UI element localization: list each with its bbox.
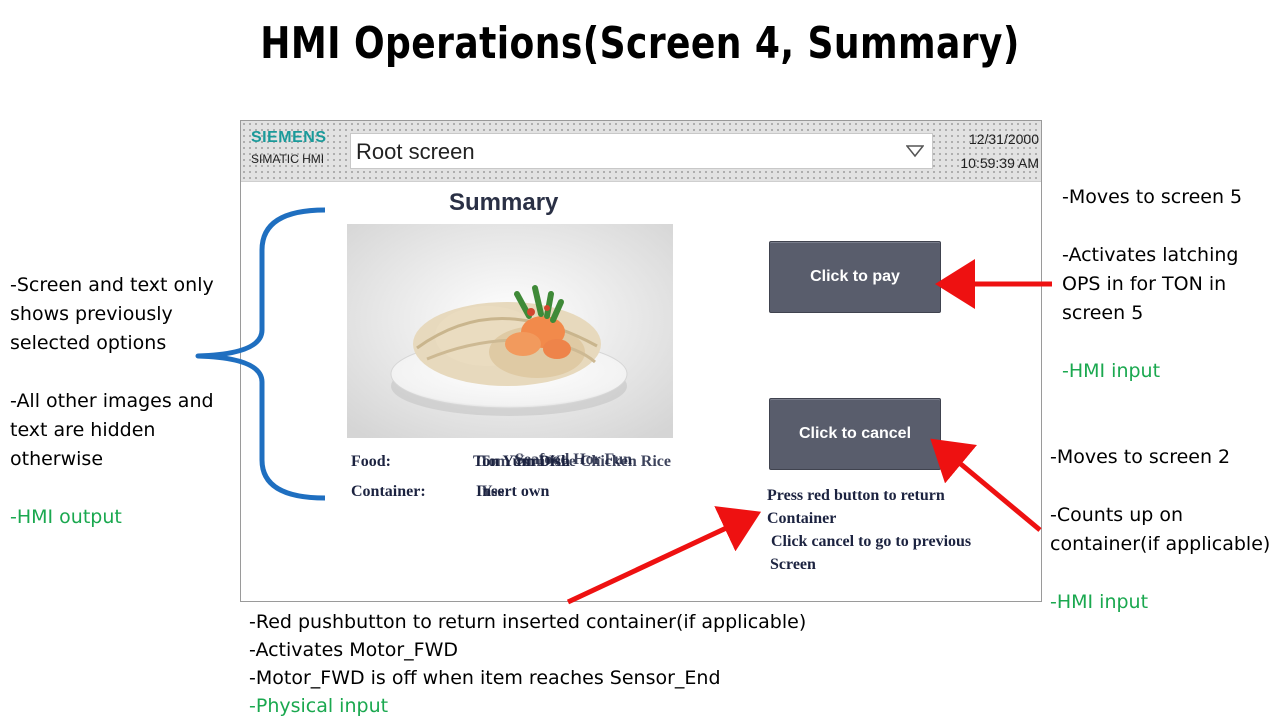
left-brace <box>195 207 326 501</box>
cancel-arrow <box>930 438 1042 532</box>
annotation-overlay <box>195 207 1052 605</box>
pushbutton-arrow <box>566 506 762 605</box>
